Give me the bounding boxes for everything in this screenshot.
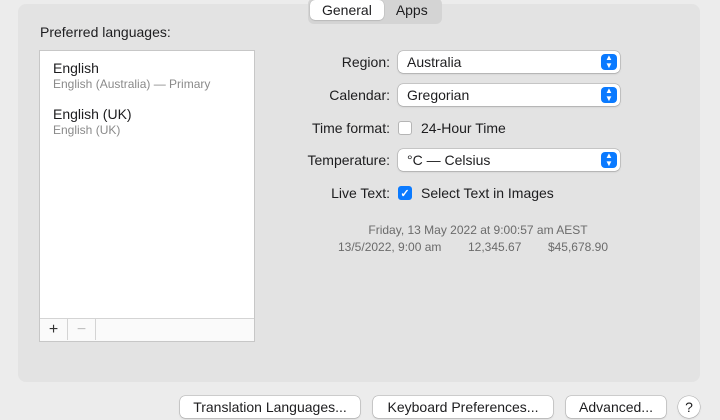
- calendar-row: Calendar: Gregorian ▲ ▼: [240, 83, 700, 107]
- live-text-row: Live Text: ✓ Select Text in Images: [240, 181, 700, 205]
- short-date-preview: 13/5/2022, 9:00 am: [338, 240, 442, 254]
- preferred-languages-title: Preferred languages:: [40, 24, 171, 40]
- date-preview: Friday, 13 May 2022 at 9:00:57 am AEST: [368, 223, 588, 237]
- chevron-updown-icon: ▲ ▼: [601, 87, 617, 103]
- tab-apps[interactable]: Apps: [384, 0, 440, 20]
- keyboard-preferences-button[interactable]: Keyboard Preferences...: [373, 396, 553, 418]
- advanced-button[interactable]: Advanced...: [566, 396, 666, 418]
- live-text-label: Live Text:: [331, 185, 390, 201]
- checkmark-icon: ✓: [400, 187, 410, 200]
- language-list[interactable]: English English (Australia) — Primary En…: [39, 50, 255, 342]
- tab-bar: General Apps: [308, 0, 442, 24]
- language-name: English (UK): [53, 106, 132, 122]
- region-label: Region:: [341, 54, 390, 70]
- help-button[interactable]: ?: [678, 396, 700, 418]
- region-select[interactable]: Australia ▲ ▼: [398, 51, 620, 73]
- live-text-checkbox[interactable]: ✓: [398, 186, 412, 200]
- region-value: Australia: [407, 54, 462, 70]
- temperature-label: Temperature:: [307, 152, 390, 168]
- language-list-toolbar: + −: [40, 318, 254, 341]
- remove-language-button[interactable]: −: [68, 319, 96, 340]
- language-name: English: [53, 60, 99, 76]
- region-row: Region: Australia ▲ ▼: [240, 50, 700, 74]
- language-detail: English (UK): [53, 123, 121, 137]
- time-format-checkbox-label[interactable]: 24-Hour Time: [421, 120, 506, 136]
- live-text-checkbox-label[interactable]: Select Text in Images: [421, 185, 554, 201]
- number-preview: 12,345.67: [467, 240, 522, 254]
- calendar-select[interactable]: Gregorian ▲ ▼: [398, 84, 620, 106]
- currency-preview: $45,678.90: [547, 240, 608, 254]
- language-item-english[interactable]: English English (Australia) — Primary: [40, 51, 254, 97]
- temperature-row: Temperature: °C — Celsius ▲ ▼: [240, 148, 700, 172]
- translation-languages-button[interactable]: Translation Languages...: [180, 396, 360, 418]
- chevron-updown-icon: ▲ ▼: [601, 152, 617, 168]
- calendar-label: Calendar:: [329, 87, 390, 103]
- tab-general[interactable]: General: [310, 0, 384, 20]
- temperature-value: °C — Celsius: [407, 152, 491, 168]
- language-item-english-uk[interactable]: English (UK) English (UK): [40, 97, 254, 143]
- format-preview: 13/5/2022, 9:00 am 12,345.67 $45,678.90: [338, 240, 608, 254]
- time-format-checkbox[interactable]: [398, 121, 412, 135]
- chevron-updown-icon: ▲ ▼: [601, 54, 617, 70]
- calendar-value: Gregorian: [407, 87, 470, 103]
- add-language-button[interactable]: +: [40, 319, 68, 340]
- time-format-label: Time format:: [311, 120, 390, 136]
- temperature-select[interactable]: °C — Celsius ▲ ▼: [398, 149, 620, 171]
- language-detail: English (Australia) — Primary: [53, 77, 211, 91]
- time-format-row: Time format: 24-Hour Time: [240, 116, 700, 140]
